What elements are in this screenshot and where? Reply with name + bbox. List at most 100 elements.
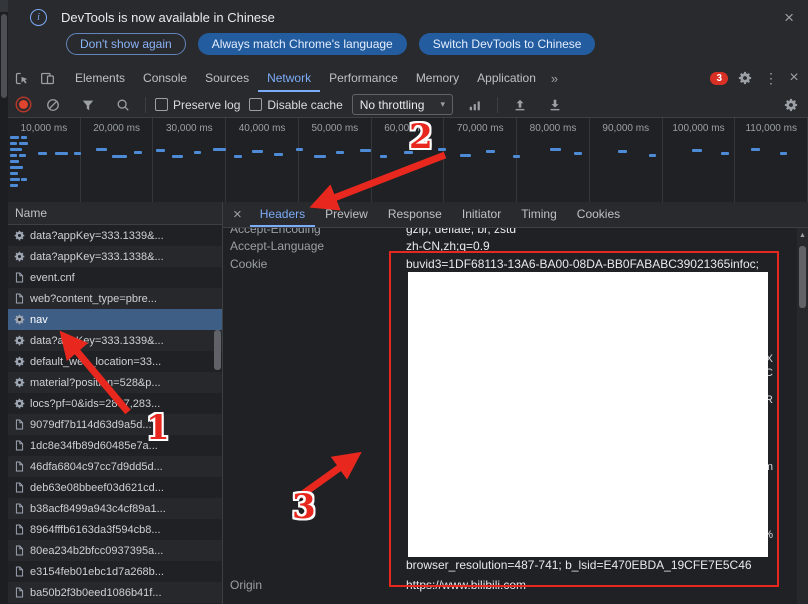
tab-application[interactable]: Application bbox=[468, 65, 545, 92]
inspect-element-icon[interactable] bbox=[8, 65, 34, 91]
request-name: data?appKey=333.1339&... bbox=[30, 335, 164, 347]
document-request-icon bbox=[14, 524, 25, 535]
details-tab-response[interactable]: Response bbox=[378, 202, 452, 227]
timeline-request-bar bbox=[618, 150, 627, 153]
match-chrome-language-button[interactable]: Always match Chrome's language bbox=[198, 33, 407, 55]
switch-devtools-chinese-button[interactable]: Switch DevTools to Chinese bbox=[419, 33, 596, 55]
name-column-header[interactable]: Name bbox=[8, 202, 222, 225]
details-tab-initiator[interactable]: Initiator bbox=[452, 202, 511, 227]
timeline-request-bar bbox=[55, 152, 68, 155]
tab-console[interactable]: Console bbox=[134, 65, 196, 92]
xhr-request-icon bbox=[14, 356, 25, 367]
request-row[interactable]: nav bbox=[8, 309, 222, 330]
details-tab-headers[interactable]: Headers bbox=[250, 202, 315, 227]
request-row[interactable]: locs?pf=0&ids=2837,283... bbox=[8, 393, 222, 414]
request-row[interactable]: 9079df7b114d63d9a5d... bbox=[8, 414, 222, 435]
disable-cache-checkbox[interactable]: Disable cache bbox=[249, 98, 342, 112]
info-icon: i bbox=[30, 9, 47, 26]
network-settings-gear-icon[interactable] bbox=[778, 92, 804, 118]
dont-show-again-button[interactable]: Don't show again bbox=[66, 33, 186, 55]
request-name: b38acf8499a943c4cf89a1... bbox=[30, 503, 166, 515]
details-scrollbar[interactable]: ▲ bbox=[797, 228, 808, 604]
checkbox-box[interactable] bbox=[155, 98, 168, 111]
tab-network[interactable]: Network bbox=[258, 65, 320, 92]
header-value: zh-CN,zh;q=0.9 bbox=[406, 239, 490, 253]
tab-elements[interactable]: Elements bbox=[66, 65, 134, 92]
network-overview-timeline[interactable]: 10,000 ms20,000 ms30,000 ms40,000 ms50,0… bbox=[8, 118, 808, 203]
chevron-down-icon: ▾ bbox=[440, 99, 445, 110]
request-row[interactable]: ba50b2f3b0eed1086b41f... bbox=[8, 582, 222, 603]
request-row[interactable]: 46dfa6804c97cc7d9dd5d... bbox=[8, 456, 222, 477]
timeline-label: 20,000 ms bbox=[81, 118, 154, 202]
timeline-request-bar bbox=[513, 155, 520, 158]
infobar-close-icon[interactable]: × bbox=[784, 8, 794, 28]
request-name: locs?pf=0&ids=2837,283... bbox=[30, 398, 160, 410]
settings-gear-icon[interactable] bbox=[732, 65, 758, 91]
request-row[interactable]: e3154feb01ebc1d7a268b... bbox=[8, 561, 222, 582]
filter-icon[interactable] bbox=[75, 92, 101, 118]
device-toolbar-icon[interactable] bbox=[34, 65, 60, 91]
document-request-icon bbox=[14, 482, 25, 493]
header-name: Origin bbox=[230, 578, 406, 592]
request-list-scrollbar-thumb[interactable] bbox=[214, 330, 221, 370]
request-row[interactable]: data?appKey=333.1339&... bbox=[8, 225, 222, 246]
timeline-request-bar bbox=[274, 153, 283, 156]
timeline-request-bar bbox=[486, 150, 495, 153]
request-row[interactable]: web?content_type=pbre... bbox=[8, 288, 222, 309]
details-close-icon[interactable]: × bbox=[229, 206, 250, 223]
timeline-request-bar bbox=[21, 178, 27, 181]
record-icon[interactable] bbox=[19, 100, 28, 109]
timeline-request-bar bbox=[19, 142, 28, 145]
request-row[interactable]: b38acf8499a943c4cf89a1... bbox=[8, 498, 222, 519]
scroll-up-icon[interactable]: ▲ bbox=[797, 228, 808, 239]
request-row[interactable]: material?position=528&p... bbox=[8, 372, 222, 393]
panel-tabs: ElementsConsoleSourcesNetworkPerformance… bbox=[66, 64, 545, 92]
search-icon[interactable] bbox=[110, 92, 136, 118]
request-row[interactable]: event.cnf bbox=[8, 267, 222, 288]
document-request-icon bbox=[14, 440, 25, 451]
details-scrollbar-thumb[interactable] bbox=[799, 246, 806, 308]
document-request-icon bbox=[14, 272, 25, 283]
request-row[interactable]: deb63e08bbeef03d621cd... bbox=[8, 477, 222, 498]
more-tabs-icon[interactable]: » bbox=[545, 71, 564, 86]
request-list-pane: Name data?appKey=333.1339&...data?appKey… bbox=[8, 202, 223, 604]
clear-icon[interactable] bbox=[40, 92, 66, 118]
tab-performance[interactable]: Performance bbox=[320, 65, 407, 92]
request-row[interactable]: default_web_location=33... bbox=[8, 351, 222, 372]
divider bbox=[145, 97, 146, 113]
throttling-value: No throttling bbox=[360, 98, 425, 112]
request-row[interactable]: data?appKey=333.1339&... bbox=[8, 330, 222, 351]
request-name: 9079df7b114d63d9a5d... bbox=[30, 419, 152, 431]
timeline-label: 80,000 ms bbox=[517, 118, 590, 202]
export-har-icon[interactable] bbox=[542, 92, 568, 118]
cookie-redacted-area: XCRm4% bbox=[406, 271, 774, 558]
preserve-log-checkbox[interactable]: Preserve log bbox=[155, 98, 240, 112]
request-row[interactable]: data?appKey=333.1338&... bbox=[8, 246, 222, 267]
infobar-message: DevTools is now available in Chinese bbox=[61, 10, 275, 25]
details-tab-preview[interactable]: Preview bbox=[315, 202, 378, 227]
timeline-request-bar bbox=[38, 152, 47, 155]
tab-sources[interactable]: Sources bbox=[196, 65, 258, 92]
page-scrollbar-thumb[interactable] bbox=[1, 14, 7, 98]
tab-memory[interactable]: Memory bbox=[407, 65, 468, 92]
import-har-icon[interactable] bbox=[507, 92, 533, 118]
kebab-menu-icon[interactable]: ⋮ bbox=[762, 65, 780, 91]
checkbox-box[interactable] bbox=[249, 98, 262, 111]
details-tab-cookies[interactable]: Cookies bbox=[567, 202, 630, 227]
details-tab-timing[interactable]: Timing bbox=[511, 202, 567, 227]
error-badge[interactable]: 3 bbox=[710, 72, 728, 85]
throttling-select[interactable]: No throttling ▾ bbox=[352, 94, 453, 115]
timeline-request-bar bbox=[751, 148, 760, 151]
request-row[interactable]: 1dc8e34fb89d60485e7a... bbox=[8, 435, 222, 456]
network-conditions-icon[interactable] bbox=[462, 92, 488, 118]
xhr-request-icon bbox=[14, 377, 25, 388]
request-row[interactable]: 80ea234b2bfcc0937395a... bbox=[8, 540, 222, 561]
request-row[interactable]: 8964fffb6163da3f594cb8... bbox=[8, 519, 222, 540]
cookie-first-line: buvid3=1DF68113-13A6-BA00-08DA-BB0FABABC… bbox=[406, 257, 774, 271]
timeline-request-bar bbox=[213, 148, 226, 151]
devtools-close-icon[interactable]: × bbox=[784, 65, 804, 91]
page-scrollbar[interactable] bbox=[0, 0, 8, 604]
clipped-header-row: Accept-Encoding gzip, deflate, br, zstd bbox=[223, 228, 796, 237]
document-request-icon bbox=[14, 293, 25, 304]
request-name: nav bbox=[30, 314, 48, 326]
